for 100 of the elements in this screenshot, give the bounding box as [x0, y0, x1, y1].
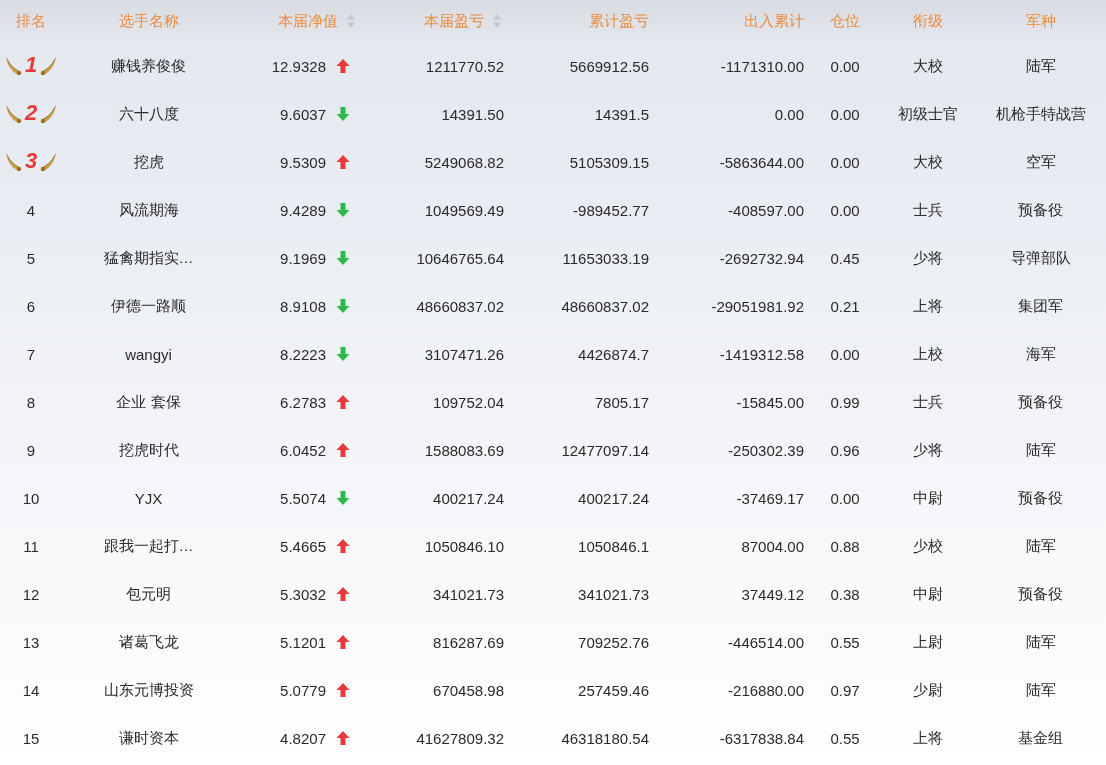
table-cell-text: 诸葛飞龙: [117, 631, 180, 652]
table-cell-text: 集团军: [1017, 295, 1064, 316]
table-cell: 9.4289: [280, 201, 326, 219]
column-header: 军种: [1025, 11, 1056, 31]
table-cell-text: 257459.46: [577, 680, 650, 701]
table-cell-text: 0.88: [829, 536, 861, 557]
rank-number: 8: [26, 393, 36, 411]
table-cell-text: -1419312.58: [718, 344, 805, 365]
table-cell-text: -408597.00: [727, 200, 805, 221]
table-cell-text: 670458.98: [432, 680, 505, 701]
table-cell-text: 少将: [911, 439, 944, 460]
table-cell-text: 1050846.10: [423, 536, 505, 557]
table-cell-text: 4426874.7: [577, 344, 650, 365]
table-cell-text: 少将: [911, 247, 944, 268]
table-cell-text: -216880.00: [727, 680, 805, 701]
table-cell-text: 上将: [911, 295, 944, 316]
table-cell-text: 0.00: [773, 104, 805, 125]
table-cell-text: 上尉: [911, 631, 944, 652]
table-cell-text: 陆军: [1024, 535, 1057, 556]
sort-icon[interactable]: [492, 13, 502, 29]
table-cell-text: 包元明: [125, 583, 172, 604]
table-cell-text: 0.00: [829, 488, 861, 509]
table-cell: 9.6037: [280, 105, 326, 123]
table-cell-text: 3107471.26: [423, 344, 505, 365]
table-cell-text: 109752.04: [432, 392, 505, 413]
table-cell-text: 5669912.56: [568, 56, 650, 77]
rank-number: 12: [22, 585, 40, 603]
table-cell-text: -2692732.94: [718, 248, 805, 269]
table-cell: 5.0779: [280, 681, 326, 699]
table-cell: 6.0452: [280, 441, 326, 459]
table-cell-text: 中尉: [911, 583, 944, 604]
table-cell-text: 0.38: [829, 584, 861, 605]
table-cell: 5.5074: [280, 489, 326, 507]
table-cell-text: 87004.00: [740, 536, 805, 557]
table-cell-text: 谦时资本: [117, 727, 180, 748]
table-cell-text: 46318180.54: [560, 728, 650, 749]
column-header: 出入累计: [744, 11, 804, 31]
rank-number: 7: [26, 345, 36, 363]
table-cell-text: 48660837.02: [560, 296, 650, 317]
table-cell-text: 10646765.64: [415, 248, 505, 269]
table-cell-text: 5105309.15: [568, 152, 650, 173]
table-cell: 12.9328: [271, 57, 326, 75]
table-cell-text: -5863644.00: [718, 152, 805, 173]
table-cell-text: 41627809.32: [415, 728, 505, 749]
table-cell-text: 14391.5: [593, 104, 650, 125]
table-cell: 8.2223: [280, 345, 326, 363]
table-cell-text: -6317838.84: [718, 728, 805, 749]
column-header: 选手名称: [118, 11, 179, 31]
table-cell-text: 挖虎时代: [117, 439, 180, 460]
column-header: 累计盈亏: [589, 11, 649, 31]
table-cell-text: 816287.69: [432, 632, 505, 653]
table-cell: 5.3032: [280, 585, 326, 603]
table-cell-text: 11653033.19: [561, 248, 650, 269]
sort-icon[interactable]: [346, 13, 356, 29]
table-cell-text: 预备役: [1017, 583, 1064, 604]
table-cell-text: 预备役: [1017, 199, 1064, 220]
table-cell-text: 14391.50: [440, 104, 505, 125]
table-cell-text: 士兵: [911, 391, 944, 412]
rank-number: 13: [22, 633, 40, 651]
column-header: 排名: [16, 11, 46, 31]
table-cell-text: 0.00: [829, 152, 861, 173]
table-cell-text: 1588083.69: [423, 440, 505, 461]
table-cell-text: 预备役: [1017, 487, 1064, 508]
table-cell-text: 大校: [911, 151, 944, 172]
table-cell-text: 导弹部队: [1009, 247, 1072, 268]
table-cell-text: -15845.00: [735, 392, 805, 413]
table-cell-text: 341021.73: [432, 584, 505, 605]
table-cell-text: YJX: [133, 488, 164, 509]
table-cell-text: 少校: [911, 535, 944, 556]
table-cell: 8.9108: [280, 297, 326, 315]
table-cell: 4.8207: [280, 729, 326, 747]
table-cell-text: 初级士官: [896, 103, 959, 124]
table-cell-text: 12477097.14: [560, 440, 650, 461]
table-cell-text: 六十八度: [117, 103, 180, 124]
table-cell: 5.1201: [280, 633, 326, 651]
table-cell-text: 上将: [911, 727, 944, 748]
table-cell-text: 0.55: [829, 728, 861, 749]
table-cell-text: 企业 套保: [115, 391, 182, 412]
rank-number: 1: [24, 52, 38, 78]
column-header[interactable]: 本届盈亏: [424, 11, 484, 31]
table-cell-text: 海军: [1024, 343, 1057, 364]
table-cell-text: 0.97: [829, 680, 861, 701]
table-cell-text: 基金组: [1017, 727, 1064, 748]
table-cell-text: 风流期海: [117, 199, 180, 220]
table-cell-text: 陆军: [1024, 55, 1057, 76]
table-cell-text: 山东元博投资: [102, 679, 195, 700]
table-cell-text: 猛禽期指实…: [102, 247, 195, 268]
table-cell-text: 1211770.52: [424, 56, 505, 77]
table-cell-text: 5249068.82: [423, 152, 505, 173]
table-cell-text: 少尉: [911, 679, 944, 700]
rank-number: 4: [26, 201, 36, 219]
table-cell-text: 伊德一路顺: [110, 295, 187, 316]
table-cell-text: -250302.39: [727, 440, 805, 461]
table-cell-text: 空军: [1024, 151, 1057, 172]
rank-number: 10: [22, 489, 40, 507]
rank-number: 5: [26, 249, 36, 267]
table-cell: 9.1969: [280, 249, 326, 267]
table-cell-text: 48660837.02: [415, 296, 505, 317]
table-cell-text: -1171310.00: [719, 56, 805, 77]
rank-number: 15: [22, 729, 40, 747]
